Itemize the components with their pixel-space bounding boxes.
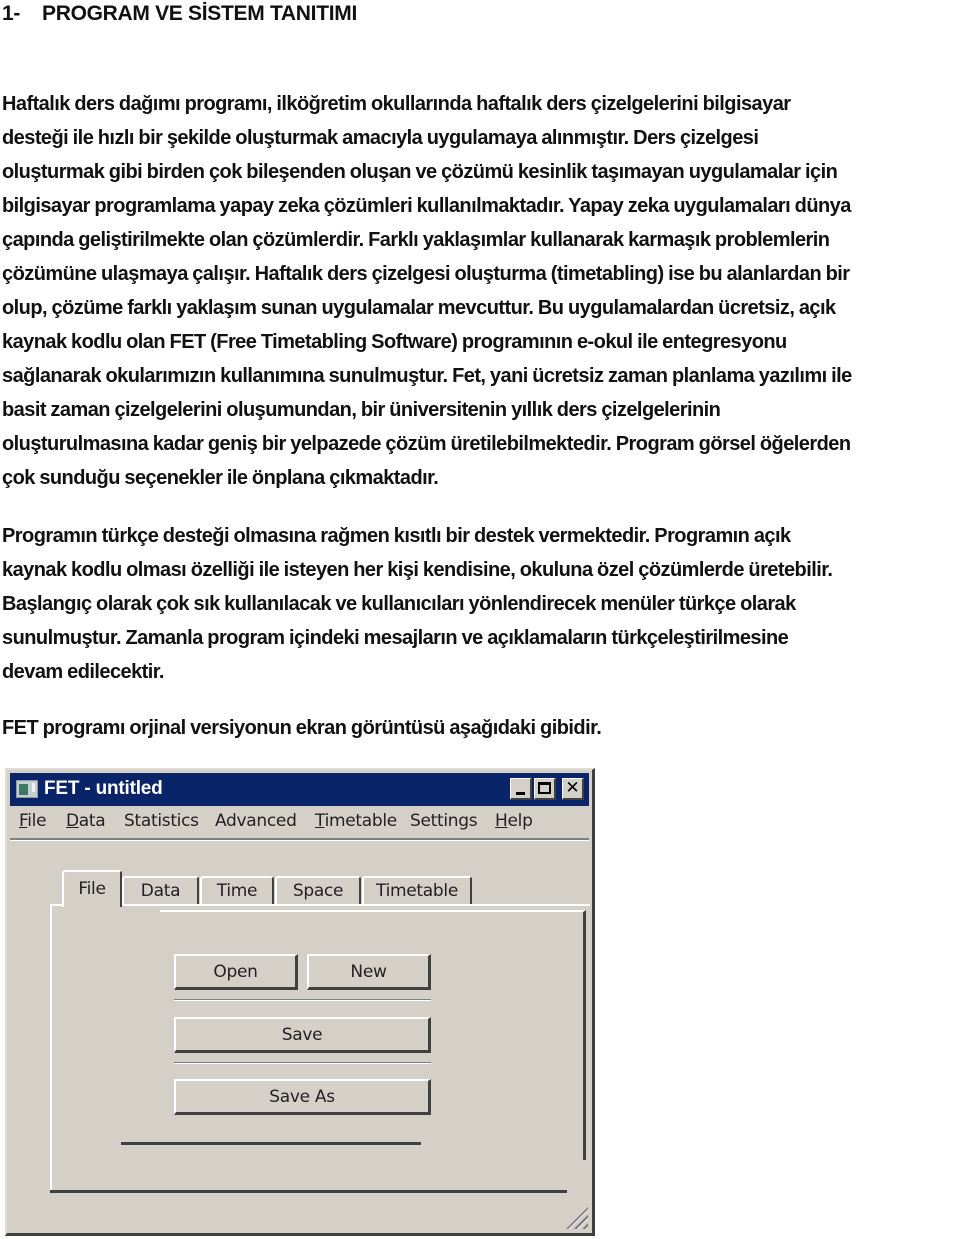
separator (174, 1062, 431, 1064)
resize-grip-icon[interactable] (566, 1207, 588, 1229)
text-line: desteği ile hızlı bir şekilde oluşturmak… (2, 127, 759, 149)
close-icon: ✕ (565, 778, 580, 798)
section-number: 1- (2, 2, 21, 25)
menu-statistics[interactable]: Statistics (124, 811, 199, 831)
menu-advanced[interactable]: Advanced (215, 811, 297, 831)
tab-file[interactable]: File (62, 870, 122, 907)
text-line: oluşturmak gibi birden çok bileşenden ol… (2, 161, 838, 183)
text-line: çapında geliştirilmekte olan çözümlerdir… (2, 229, 830, 251)
tab-time[interactable]: Time (200, 876, 274, 906)
fet-window: FET - untitled ✕ File Data Statistics Ad… (5, 768, 595, 1236)
maximize-button[interactable] (534, 778, 556, 800)
close-button[interactable]: ✕ (562, 778, 584, 800)
text-line: basit zaman çizelgelerini oluşumundan, b… (2, 399, 721, 421)
minimize-icon (516, 792, 525, 795)
menu-bar: File Data Statistics Advanced Timetable … (10, 808, 589, 840)
tab-bar: File Data Time Space Timetable (7, 870, 592, 907)
save-as-button[interactable]: Save As (174, 1079, 431, 1115)
tab-panel-bottom-edge (50, 1190, 567, 1193)
separator (174, 999, 431, 1001)
open-button[interactable]: Open (174, 954, 298, 990)
menu-help[interactable]: Help (495, 811, 533, 831)
new-button[interactable]: New (307, 954, 431, 990)
section-heading: 1- PROGRAM VE SİSTEM TANITIMI (2, 2, 357, 26)
app-icon-mark (32, 783, 35, 792)
text-line: olup, çözüme farklı yaklaşım sunan uygul… (2, 297, 836, 319)
menu-data[interactable]: Data (66, 811, 106, 831)
file-group-bottom (121, 1142, 421, 1145)
tab-space[interactable]: Space (275, 876, 361, 906)
app-icon-panel (19, 784, 28, 795)
text-line: Haftalık ders dağımı programı, ilköğreti… (2, 93, 791, 115)
text-line: Başlangıç olarak çok sık kullanılacak ve… (2, 593, 796, 615)
save-button[interactable]: Save (174, 1017, 431, 1053)
fet-app-icon[interactable] (16, 780, 38, 798)
text-line: sağlanarak okularımızın kullanımına sunu… (2, 365, 852, 387)
window-title: FET - untitled (44, 778, 163, 799)
tab-timetable[interactable]: Timetable (362, 876, 472, 906)
paragraph-turkish-support: Programın türkçe desteği olmasına rağmen… (2, 519, 960, 689)
title-bar[interactable]: FET - untitled ✕ (10, 773, 589, 806)
text-line: FET programı orjinal versiyonun ekran gö… (2, 717, 602, 739)
text-line: devam edilecektir. (2, 661, 164, 683)
minimize-button[interactable] (510, 778, 532, 800)
text-line: çözümüne ulaşmaya çalışır. Haftalık ders… (2, 263, 850, 285)
text-line: çok sunduğu seçenekler ile önplana çıkma… (2, 467, 439, 489)
text-line: kaynak kodlu olan FET (Free Timetabling … (2, 331, 787, 353)
tab-data[interactable]: Data (122, 876, 199, 906)
text-line: oluşturulmasına kadar geniş bir yelpazed… (2, 433, 851, 455)
paragraph-intro: Haftalık ders dağımı programı, ilköğreti… (2, 87, 960, 495)
menu-timetable[interactable]: Timetable (315, 811, 397, 831)
text-line: bilgisayar programlama yapay zeka çözüml… (2, 195, 851, 217)
menu-file[interactable]: File (19, 811, 47, 831)
paragraph-screenshot-caption: FET programı orjinal versiyonun ekran gö… (2, 711, 960, 745)
section-title: PROGRAM VE SİSTEM TANITIMI (42, 2, 357, 25)
text-line: Programın türkçe desteği olmasına rağmen… (2, 525, 791, 547)
text-line: sunulmuştur. Zamanla program içindeki me… (2, 627, 789, 649)
maximize-icon (538, 782, 551, 794)
text-line: kaynak kodlu olması özelliği ile isteyen… (2, 559, 833, 581)
menu-settings[interactable]: Settings (410, 811, 478, 831)
